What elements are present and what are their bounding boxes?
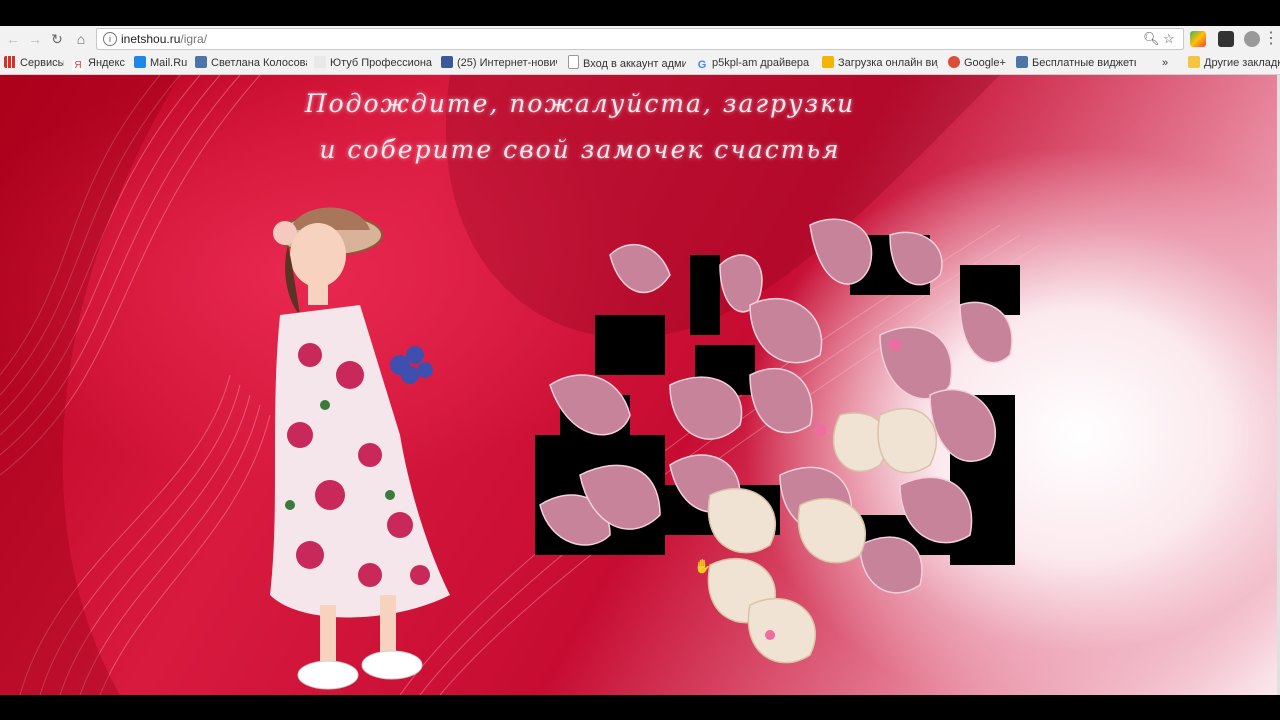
bookmark-admin-login[interactable]: Вход в аккаунт админ (568, 55, 686, 71)
bookmark-label: Бесплатные виджеты (1032, 57, 1136, 69)
vk-icon (1016, 56, 1028, 68)
info-icon[interactable]: i (103, 32, 117, 46)
bookmark-download-video[interactable]: Загрузка онлайн вид (822, 55, 938, 71)
home-icon[interactable]: ⌂ (72, 30, 90, 48)
page-title-line2: и соберите свой замочек счастья (319, 135, 841, 164)
page-title-line1: Подождите, пожалуйста, загрузки (304, 89, 856, 118)
bookmark-mailru[interactable]: Mail.Ru (134, 55, 190, 71)
bookmark-services[interactable]: Сервисы (4, 55, 64, 71)
address-bar[interactable]: i inetshou.ru/igra/ 🔍︎ ☆ (96, 28, 1184, 50)
google-plus-icon (948, 56, 960, 68)
bookmark-google-plus[interactable]: Google+ (948, 55, 1010, 71)
bookmark-label: Google+ (964, 57, 1006, 69)
bookmark-facebook[interactable]: (25) Интернет-новичок (441, 55, 557, 71)
reload-icon[interactable]: ↻ (48, 30, 66, 48)
bookmark-label: Ютуб Профессионал (330, 57, 432, 69)
browser-chrome: ← → ↻ ⌂ i inetshou.ru/igra/ 🔍︎ ☆ ⋮ Серви… (0, 26, 1280, 75)
mailru-icon (134, 56, 146, 68)
extension-badge-icon[interactable] (1218, 31, 1234, 47)
other-bookmarks-folder[interactable]: Другие закладки (1188, 55, 1280, 71)
bookmarks-bar: Сервисы Я Яндекс Mail.Ru Светлана Колосов… (0, 52, 1280, 74)
extension-circle-icon[interactable] (1244, 31, 1260, 47)
bookmark-label: Яндекс (88, 57, 125, 69)
menu-dots-icon[interactable]: ⋮ (1262, 30, 1280, 48)
bookmarks-overflow-button[interactable]: » (1162, 55, 1174, 71)
puzzle-game-page: Подождите, пожалуйста, загрузки и собери… (0, 75, 1277, 695)
page-icon (314, 56, 326, 68)
bookmark-p5kpl[interactable]: Gp5kpl-am драйвера (696, 55, 812, 71)
bookmark-label: Светлана Колосова (211, 57, 307, 69)
url-path: /igra/ (180, 32, 208, 46)
navigation-row: ← → ↻ ⌂ i inetshou.ru/igra/ 🔍︎ ☆ ⋮ (0, 26, 1280, 51)
url-text: inetshou.ru/igra/ (121, 32, 207, 46)
vk-icon (195, 56, 207, 68)
bookmark-yandex[interactable]: Я Яндекс (72, 55, 128, 71)
bookmark-label: Вход в аккаунт админ (583, 58, 686, 70)
bookmark-free-widgets[interactable]: Бесплатные виджеты (1016, 55, 1136, 71)
zoom-search-icon[interactable]: 🔍︎ (1143, 31, 1160, 47)
bookmark-label: Загрузка онлайн вид (838, 57, 938, 69)
bookmark-label: Другие закладки (1204, 57, 1280, 69)
facebook-icon (441, 56, 453, 68)
bookmark-label: p5kpl-am драйвера (712, 57, 810, 69)
apps-grid-icon (4, 56, 16, 68)
girl-illustration (270, 207, 450, 690)
bookmark-youtube-pro[interactable]: Ютуб Профессионал (314, 55, 432, 71)
url-host: inetshou.ru (121, 32, 181, 46)
jigsaw-puzzle-pieces[interactable] (520, 215, 1040, 665)
screen-bottom-bar (0, 695, 1280, 720)
yandex-icon: Я (72, 60, 84, 71)
bookmark-label: (25) Интернет-новичок (457, 57, 557, 69)
screen-top-bar (0, 0, 1280, 26)
document-icon (568, 55, 579, 69)
bookmark-label: Mail.Ru (150, 57, 188, 69)
folder-icon (1188, 56, 1200, 68)
star-icon[interactable]: ☆ (1163, 31, 1175, 47)
bookmark-svetlana[interactable]: Светлана Колосова (195, 55, 307, 71)
bookmark-label: Сервисы (20, 57, 64, 69)
forward-arrow-icon[interactable]: → (26, 30, 44, 48)
google-icon: G (697, 59, 707, 71)
download-icon (822, 56, 834, 68)
mouse-cursor-icon: ✋ (694, 558, 712, 574)
extension-home-icon[interactable] (1190, 31, 1206, 47)
back-arrow-icon[interactable]: ← (4, 30, 22, 48)
